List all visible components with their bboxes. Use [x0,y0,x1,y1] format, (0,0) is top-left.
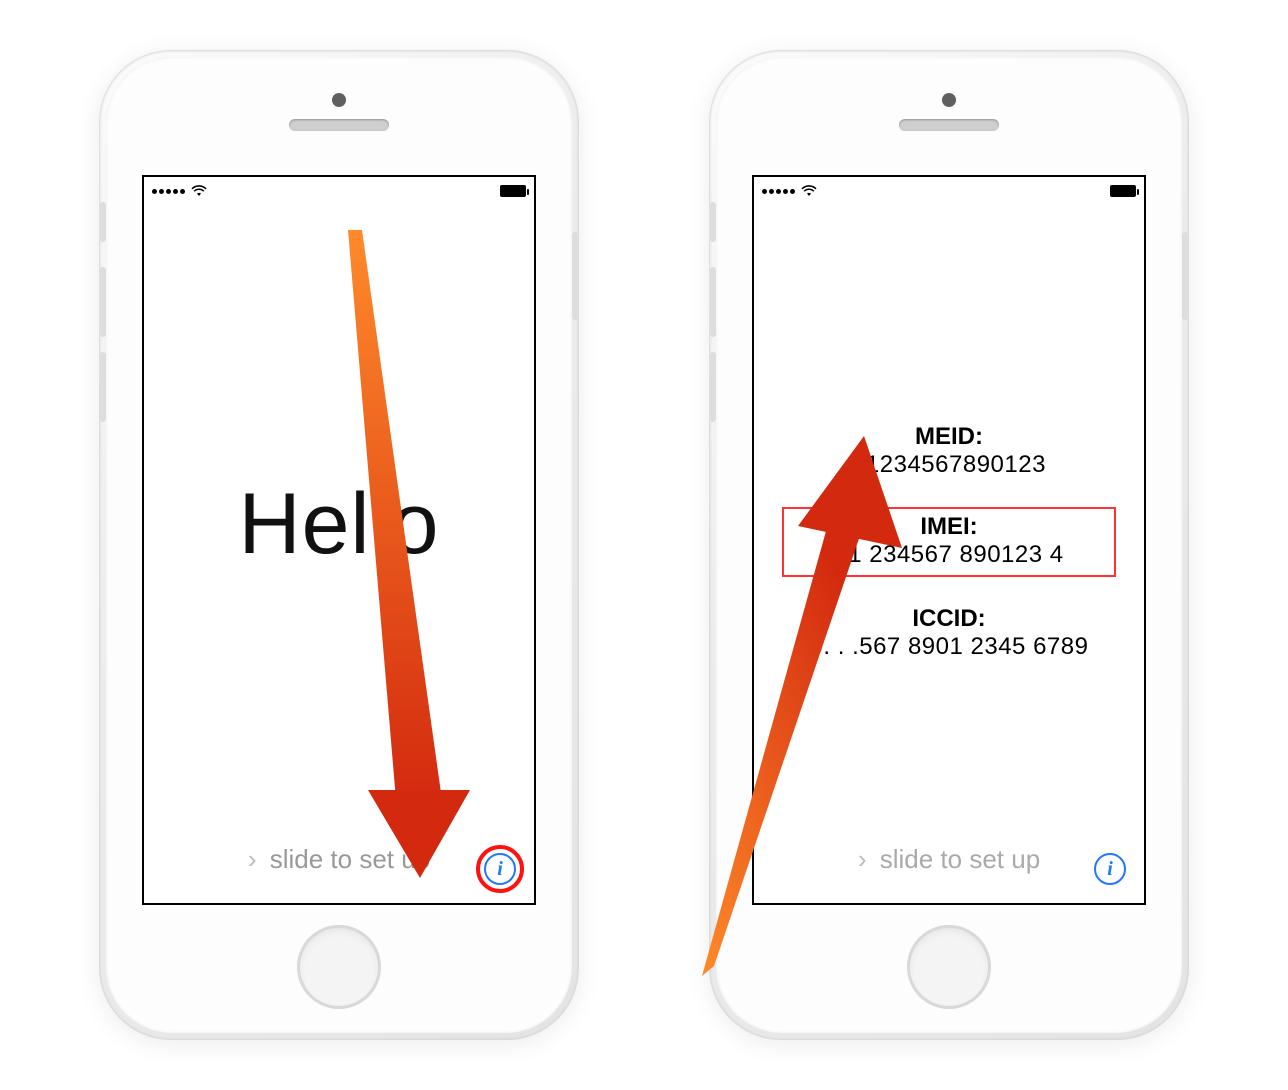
slide-to-setup-label: slide to set up [270,844,430,874]
iccid-label: ICCID: [754,605,1144,633]
volume-up-button [710,267,716,337]
chevron-right-icon: › [858,844,867,875]
meid-block: MEID: 01234567890123 [754,419,1144,483]
iphone-device-right: MEID: 01234567890123 IMEI: 01 234567 890… [709,50,1189,1040]
front-camera [942,93,956,107]
imei-value: 01 234567 890123 4 [784,541,1114,569]
slide-to-setup-label: slide to set up [880,844,1040,874]
volume-down-button [100,352,106,422]
mute-switch [710,202,716,242]
earpiece-speaker [899,119,999,131]
phone-inner: Hello › slide to set up i [106,57,572,1033]
status-left [152,185,207,197]
hello-greeting: Hello [144,475,534,574]
screen-left: Hello › slide to set up i [142,175,536,905]
imei-label: IMEI: [784,513,1114,541]
status-bar [754,177,1144,205]
power-button [1182,232,1188,320]
slide-to-setup-row[interactable]: › slide to set up [144,844,534,875]
signal-strength-icon [152,189,185,194]
status-left [762,185,817,197]
wifi-icon [801,185,817,197]
iphone-device-left: Hello › slide to set up i [99,50,579,1040]
imei-block: IMEI: 01 234567 890123 4 [782,507,1116,577]
screen-right: MEID: 01234567890123 IMEI: 01 234567 890… [752,175,1146,905]
volume-up-button [100,267,106,337]
signal-strength-icon [762,189,795,194]
chevron-right-icon: › [248,844,257,875]
phone-inner: MEID: 01234567890123 IMEI: 01 234567 890… [716,57,1182,1033]
power-button [572,232,578,320]
home-button[interactable] [907,925,991,1009]
earpiece-speaker [289,119,389,131]
home-button[interactable] [297,925,381,1009]
status-bar [144,177,534,205]
device-info: MEID: 01234567890123 IMEI: 01 234567 890… [754,395,1144,689]
volume-down-button [710,352,716,422]
front-camera [332,93,346,107]
info-button[interactable]: i [1094,853,1126,885]
iccid-value: 0. . .567 8901 2345 6789 [754,633,1144,661]
battery-icon [1110,185,1136,197]
info-button[interactable]: i [484,853,516,885]
wifi-icon [191,185,207,197]
battery-icon [500,185,526,197]
slide-to-setup-row[interactable]: › slide to set up [754,844,1144,875]
meid-label: MEID: [754,423,1144,451]
mute-switch [100,202,106,242]
iccid-block: ICCID: 0. . .567 8901 2345 6789 [754,601,1144,665]
meid-value: 01234567890123 [754,451,1144,479]
